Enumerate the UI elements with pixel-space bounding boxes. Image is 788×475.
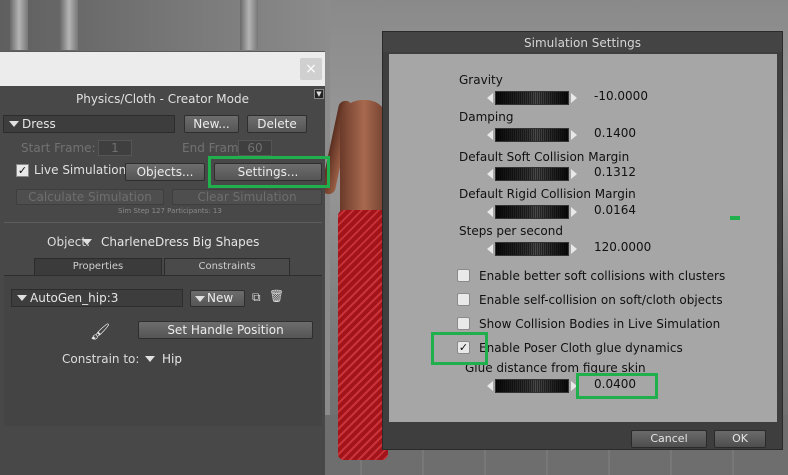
objects-button[interactable]: Objects... [125,163,205,181]
scene-pillar [60,0,78,50]
gravity-value[interactable]: -10.0000 [594,89,648,103]
object-select[interactable]: CharleneDress Big Shapes [77,234,277,252]
start-frame-label: Start Frame: [21,141,96,155]
cloth-object-value: Dress [22,117,56,131]
clear-simulation-button[interactable]: Clear Simulation [172,189,322,205]
tab-properties[interactable]: Properties [34,258,162,276]
settings-button[interactable]: Settings... [214,163,322,181]
constrain-to-select[interactable]: Hip [140,351,220,369]
dialog-content: Gravity -10.0000 Damping 0.1400 Default … [389,54,777,422]
panel-titlebar: × [0,52,325,86]
chevron-down-icon [9,121,19,127]
close-icon[interactable]: × [300,58,322,80]
chevron-down-icon [195,296,205,302]
new-cloth-button[interactable]: New... [184,115,239,133]
gravity-dial[interactable] [487,91,577,105]
physics-cloth-panel: × Physics/Cloth - Creator Mode ▼ Dress N… [0,51,325,475]
damping-dial[interactable] [487,128,577,142]
constraint-select-value: AutoGen_hip:3 [30,291,119,305]
trash-icon[interactable]: 🗑 [269,289,284,303]
show-collision-bodies-checkbox[interactable] [457,317,470,330]
figure-dress [338,210,388,460]
set-handle-position-button[interactable]: Set Handle Position [138,321,313,339]
check-icon: ✓ [17,164,28,177]
duplicate-icon[interactable]: ⧉ [252,290,261,305]
glue-distance-dial[interactable] [487,379,577,393]
glue-distance-label: Glue distance from figure skin [465,361,646,375]
steps-per-second-label: Steps per second [459,224,563,238]
chevron-down-icon [82,239,92,245]
delete-cloth-button[interactable]: Delete [247,115,307,133]
brush-icon[interactable]: 🖌 [90,322,110,341]
constraint-select[interactable]: AutoGen_hip:3 [11,289,183,307]
rigid-collision-margin-value[interactable]: 0.0164 [594,203,636,217]
scene-pillar [10,0,28,50]
soft-clusters-label: Enable better soft collisions with clust… [479,269,726,283]
glue-distance-value[interactable]: 0.0400 [594,377,636,391]
chevron-down-icon [145,356,155,362]
soft-collision-margin-label: Default Soft Collision Margin [459,150,630,164]
glue-dynamics-checkbox[interactable]: ✓ [457,341,470,354]
damping-value[interactable]: 0.1400 [594,126,636,140]
object-select-value: CharleneDress Big Shapes [101,235,260,249]
rigid-collision-margin-dial[interactable] [487,205,577,219]
soft-clusters-checkbox[interactable] [457,269,470,282]
self-collision-label: Enable self-collision on soft/cloth obje… [479,293,723,307]
steps-per-second-dial[interactable] [487,242,577,256]
cloth-object-select[interactable]: Dress [3,115,175,133]
cancel-button[interactable]: Cancel [631,430,707,448]
new-constraint-label: New [207,291,234,305]
self-collision-checkbox[interactable] [457,293,470,306]
live-simulation-checkbox[interactable]: ✓ [16,164,29,177]
sim-status-text: Sim Step 127 Participants: 13 [118,207,222,215]
status-indicator [730,216,740,220]
tab-constraints[interactable]: Constraints [164,258,290,276]
panel-menu-icon[interactable]: ▼ [314,89,324,99]
new-constraint-button[interactable]: New [190,290,245,307]
scene-pillar [240,0,258,50]
soft-collision-margin-dial[interactable] [487,167,577,181]
constrain-to-label: Constrain to: [62,352,140,366]
ok-button[interactable]: OK [714,430,766,448]
calculate-simulation-button[interactable]: Calculate Simulation [16,189,164,205]
simulation-settings-dialog: Simulation Settings Gravity -10.0000 Dam… [382,31,783,450]
live-simulation-label: Live Simulation [34,163,127,177]
rigid-collision-margin-label: Default Rigid Collision Margin [459,187,636,201]
glue-dynamics-label: Enable Poser Cloth glue dynamics [479,341,683,355]
check-icon: ✓ [458,341,469,354]
panel-title: Physics/Cloth - Creator Mode [75,92,250,106]
damping-label: Damping [459,110,514,124]
panel-divider [4,222,322,223]
show-collision-bodies-label: Show Collision Bodies in Live Simulation [479,317,721,331]
chevron-down-icon [17,295,27,301]
gravity-label: Gravity [459,73,503,87]
end-frame-field[interactable]: 60 [238,140,272,156]
start-frame-field[interactable]: 1 [98,140,132,156]
dialog-title: Simulation Settings [383,32,782,52]
steps-per-second-value[interactable]: 120.0000 [594,240,651,254]
soft-collision-margin-value[interactable]: 0.1312 [594,165,636,179]
constrain-to-value: Hip [162,352,182,366]
